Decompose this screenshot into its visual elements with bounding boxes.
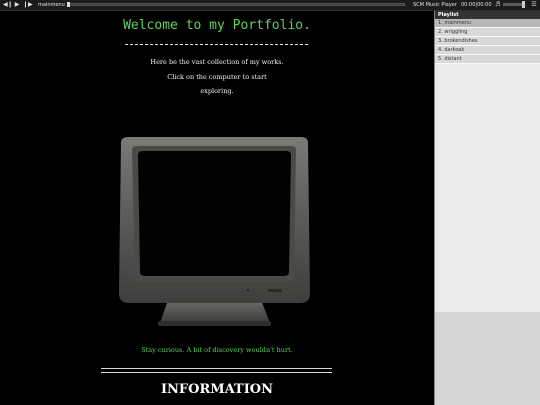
playlist-item[interactable]: 2. wriggling bbox=[435, 28, 540, 37]
intro-line-3: exploring. bbox=[200, 87, 234, 95]
current-track-name: mainmenu bbox=[38, 2, 65, 8]
computer-monitor-link[interactable] bbox=[118, 135, 311, 335]
next-icon[interactable]: ❙▶ bbox=[23, 1, 33, 9]
divider-double bbox=[101, 368, 332, 373]
playlist-item[interactable]: 5. distant bbox=[435, 55, 540, 64]
playlist-item[interactable]: 4. darkoak bbox=[435, 46, 540, 55]
play-icon[interactable]: ▶ bbox=[13, 1, 21, 9]
intro-line-1: Here be the vast collection of my works. bbox=[150, 58, 284, 66]
player-title: SCM Music Player bbox=[413, 2, 457, 8]
playlist-empty-area bbox=[435, 312, 540, 405]
playlist-panel: Playlist 1. mainmenu 2. wriggling 3. broke… bbox=[434, 11, 540, 405]
seek-bar[interactable] bbox=[67, 2, 405, 7]
playlist-toggle-icon[interactable]: ☰ bbox=[530, 1, 538, 9]
page-title: Welcome to my Portfolio. bbox=[123, 18, 311, 33]
playlist-items: 1. mainmenu 2. wriggling 3. brokendishes 4.… bbox=[435, 19, 540, 64]
tagline: Stay curious. A bit of discovery wouldn'… bbox=[141, 346, 293, 354]
previous-icon[interactable]: ◀❙ bbox=[3, 1, 13, 9]
playlist-item[interactable]: 3. brokendishes bbox=[435, 37, 540, 46]
playlist-item[interactable]: 1. mainmenu bbox=[435, 19, 540, 28]
volume-handle[interactable] bbox=[522, 1, 525, 8]
time-readout: 00:00|00:00 bbox=[461, 2, 492, 8]
playlist-header: Playlist bbox=[435, 11, 540, 19]
intro-line-2: Click on the computer to start bbox=[167, 73, 267, 81]
music-player-bar: ◀❙ ▶ ❙▶ mainmenu SCM Music Player 00:00|… bbox=[0, 0, 540, 11]
seek-handle[interactable] bbox=[67, 2, 70, 7]
volume-icon[interactable]: ♬ bbox=[495, 1, 500, 9]
main-content: Welcome to my Portfolio. Here be the vas… bbox=[0, 11, 434, 405]
information-heading: INFORMATION bbox=[160, 382, 274, 397]
volume-slider[interactable] bbox=[503, 1, 525, 8]
divider-dashed bbox=[125, 44, 308, 45]
